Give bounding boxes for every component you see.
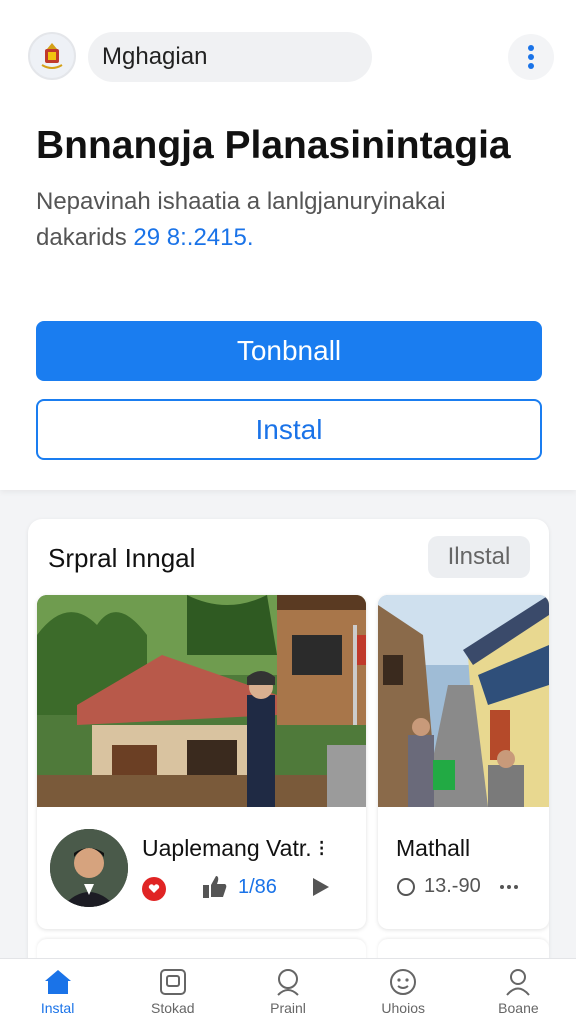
- nav-item-home[interactable]: Instal: [0, 959, 115, 1024]
- nav-label: Prainl: [270, 999, 306, 1016]
- install-button[interactable]: Instal: [36, 399, 542, 460]
- page-title: Bnnangja Planasinintagia: [36, 124, 511, 167]
- search-text: Mghagian: [102, 43, 208, 70]
- view-count: 13.-90: [424, 875, 481, 897]
- house-photo: [37, 595, 366, 807]
- avatar[interactable]: [50, 829, 128, 907]
- square-icon: [159, 968, 186, 995]
- emblem-icon: [41, 43, 63, 69]
- nav-label: Stokad: [151, 999, 195, 1016]
- header-panel: Mghagian Bnnangja Planasinintagia Nepavi…: [0, 0, 576, 490]
- description-number: 29 8:.2415.: [133, 224, 254, 251]
- page-description: Nepavinah ishaatia a lanlgjanuryinakai d…: [36, 184, 536, 256]
- nav-item-prainl[interactable]: Prainl: [230, 959, 345, 1024]
- more-button[interactable]: [508, 34, 554, 80]
- nav-label: Uhoios: [381, 999, 425, 1016]
- nav-item-boane[interactable]: Boane: [461, 959, 576, 1024]
- bottom-navigation: Instal Stokad Prainl Uhoios Boane: [0, 958, 576, 1024]
- more-horizontal-icon[interactable]: [499, 884, 519, 890]
- face-icon: [390, 968, 417, 995]
- like-count: 1/86: [238, 875, 277, 898]
- notification-badge: [142, 877, 166, 901]
- search-field[interactable]: Mghagian: [88, 32, 372, 82]
- nav-label: Boane: [498, 999, 539, 1016]
- play-icon[interactable]: [311, 876, 331, 898]
- app-logo[interactable]: [28, 32, 76, 80]
- featured-section: Srpral Inngal Ilnstal Uaplemang Vatr. ⁝ …: [28, 519, 549, 989]
- item-title: Mathall: [396, 835, 471, 861]
- description-line-1: Nepavinah ishaatia a lanlgjanuryinakai: [36, 188, 446, 215]
- street-photo: [378, 595, 549, 807]
- search-person-icon: [277, 968, 299, 996]
- section-title: Srpral Inngal: [48, 543, 196, 573]
- view-icon: [397, 877, 415, 896]
- section-install-button[interactable]: Ilnstal: [428, 536, 530, 578]
- item-title: Uaplemang Vatr. ⁝: [142, 835, 326, 861]
- nav-item-uhoios[interactable]: Uhoios: [346, 959, 461, 1024]
- description-line-2: dakarids 29 8:.2415.: [36, 220, 536, 256]
- heart-icon: [148, 884, 160, 893]
- nav-label: Instal: [40, 999, 75, 1016]
- primary-button[interactable]: Tonbnall: [36, 321, 542, 381]
- profile-icon: [506, 968, 531, 996]
- list-item[interactable]: Mathall 13.-90: [378, 595, 549, 929]
- thumbs-up-icon[interactable]: [202, 875, 228, 899]
- description-prefix: dakarids: [36, 224, 127, 251]
- more-vertical-icon: [528, 45, 534, 69]
- item-meta: 1/86: [202, 875, 331, 899]
- home-icon: [44, 969, 71, 994]
- nav-item-stokad[interactable]: Stokad: [115, 959, 230, 1024]
- list-item[interactable]: Uaplemang Vatr. ⁝ 1/86: [37, 595, 366, 929]
- item-meta: 13.-90: [396, 875, 519, 898]
